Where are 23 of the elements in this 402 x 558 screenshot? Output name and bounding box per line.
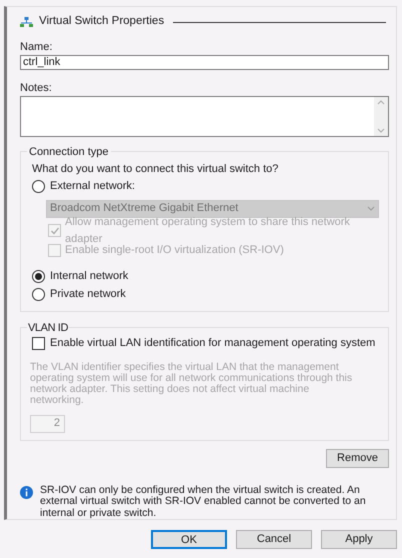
checkbox-label: Enable virtual LAN identification for management operating system bbox=[50, 336, 376, 352]
field-label: Notes: bbox=[20, 80, 53, 93]
option-label: External network: bbox=[50, 179, 135, 194]
radio-button[interactable] bbox=[32, 270, 45, 283]
section-title: Virtual Switch Properties bbox=[39, 14, 164, 30]
network-icon bbox=[20, 17, 33, 27]
dialog-button[interactable]: Apply bbox=[321, 530, 397, 549]
dialog-button[interactable]: Cancel bbox=[236, 530, 312, 549]
field-label: Name: bbox=[20, 40, 54, 52]
radio-button[interactable] bbox=[32, 288, 45, 301]
option-label: Private network bbox=[50, 287, 126, 302]
name-field[interactable]: ctrl_link bbox=[20, 55, 389, 70]
checkbox-label: Enable single-root I/O virtualization (SR-IOV) bbox=[65, 244, 284, 258]
info-text: SR-IOV can only be configured when the virtual switch is created. An external virtual switch with SR-IOV enabled cannot be converted to an internal or private switch. bbox=[40, 484, 367, 519]
checkbox[interactable] bbox=[32, 337, 45, 350]
remove-button[interactable]: Remove bbox=[326, 448, 389, 468]
description-text: The VLAN identifier specifies the virtual LAN that the management operating system will use for all network communications through this network adapter. This setting does not affect virtual machine networking. bbox=[30, 362, 354, 406]
info-icon bbox=[20, 486, 33, 498]
option-label: Internal network bbox=[50, 269, 128, 284]
question-text: What do you want to connect this virtual switch to? bbox=[32, 162, 280, 174]
dialog-button[interactable]: OK bbox=[151, 530, 227, 549]
checkbox-label: Allow management operating system to share this network adapter bbox=[65, 215, 351, 244]
radio-button[interactable] bbox=[32, 180, 45, 193]
